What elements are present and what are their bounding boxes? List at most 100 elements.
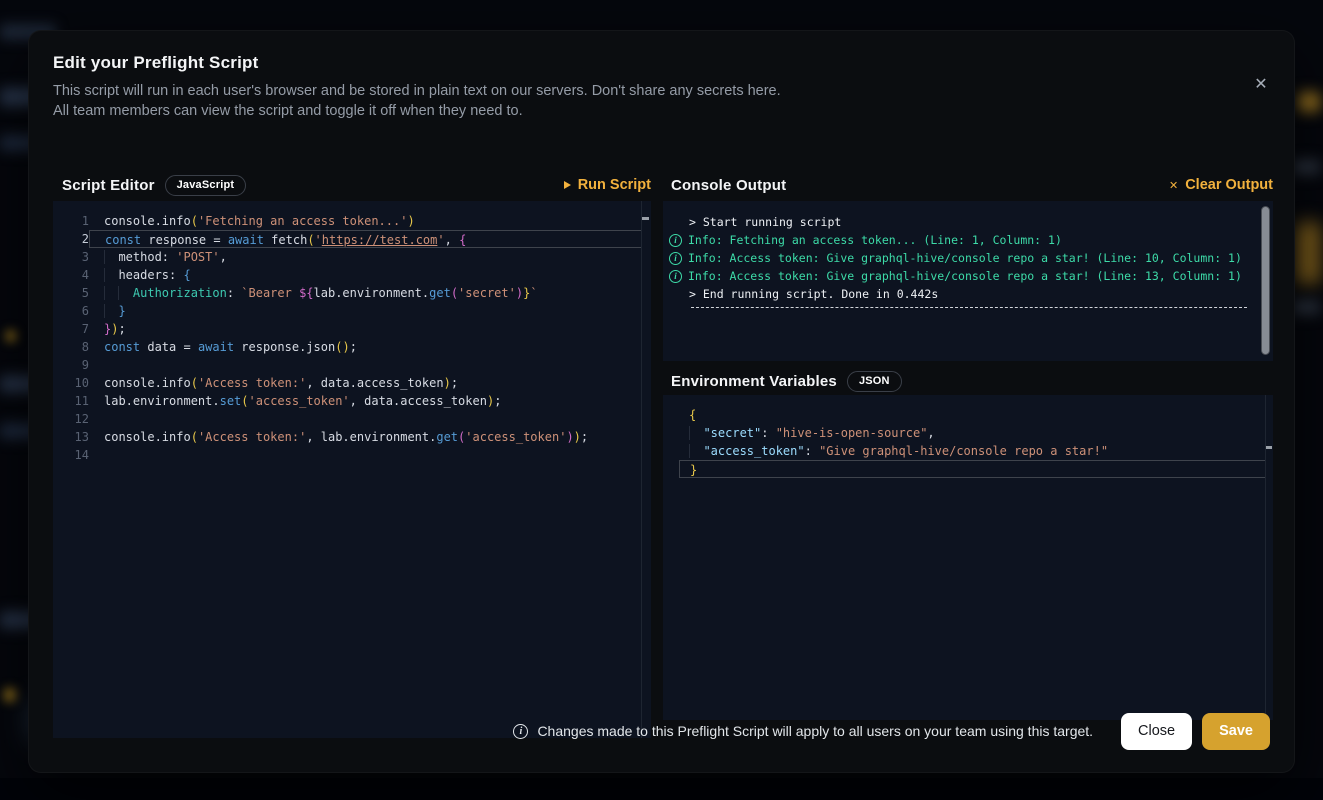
code-token: ;: [451, 376, 458, 390]
code-token: (: [307, 233, 314, 247]
editor-line: 5 Authorization: `Bearer ${lab.environme…: [53, 284, 651, 302]
line-number: 9: [53, 356, 89, 374]
script-editor[interactable]: 1console.info('Fetching an access token.…: [53, 201, 651, 738]
info-icon: i: [513, 724, 528, 739]
line-number: 12: [53, 410, 89, 428]
preflight-script-dialog: ✕ Edit your Preflight Script This script…: [28, 30, 1295, 773]
scroll-decoration: [1265, 446, 1272, 449]
code-token: 'POST': [176, 250, 219, 264]
console-info-line: i Info: Access token: Give graphql-hive/c…: [663, 249, 1273, 267]
code-token: {: [183, 268, 190, 282]
code-token: method:: [118, 250, 176, 264]
editor-line: 1console.info('Fetching an access token.…: [53, 212, 651, 230]
info-icon: i: [669, 270, 682, 283]
code-token: , lab.environment.: [306, 430, 436, 444]
dialog-description-line2: All team members can view the script and…: [53, 102, 1270, 122]
backdrop-shape: [6, 330, 16, 342]
code-token: await: [198, 340, 234, 354]
script-editor-heading: Script Editor: [62, 177, 155, 194]
backdrop-shape: [1298, 92, 1320, 112]
code-token: `: [530, 286, 537, 300]
scroll-decoration: [642, 217, 649, 220]
console-info-line: iInfo: Fetching an access token... (Line…: [663, 231, 1273, 249]
save-button[interactable]: Save: [1202, 713, 1270, 750]
code-token: :: [805, 444, 819, 458]
info-icon: i: [669, 252, 682, 265]
editor-line: 4 headers: {: [53, 266, 651, 284]
code-token: ): [407, 214, 414, 228]
code-token: get: [429, 286, 451, 300]
code-token: fetch: [264, 233, 307, 247]
info-icon: i: [669, 234, 682, 247]
console-info-text: Info: Access token: Give graphql-hive/co…: [688, 249, 1244, 267]
run-script-button[interactable]: Run Script: [564, 177, 651, 193]
editor-line: 12: [53, 410, 651, 428]
editor-line: 9: [53, 356, 651, 374]
code-token: get: [436, 430, 458, 444]
code-token: ): [566, 430, 573, 444]
code-token: [104, 250, 118, 264]
env-line: "secret": "hive-is-open-source",: [679, 424, 1266, 442]
code-token: "access_token": [703, 444, 804, 458]
code-token: ): [444, 376, 451, 390]
console-info-text: Info: Access token: Give graphql-hive/co…: [688, 267, 1244, 285]
clear-output-button[interactable]: ✕ Clear Output: [1169, 177, 1273, 193]
code-token: (: [241, 394, 248, 408]
env-line: "access_token": "Give graphql-hive/conso…: [679, 442, 1266, 460]
dialog-description-line1: This script will run in each user's brow…: [53, 82, 1270, 102]
backdrop-shape: [1296, 222, 1320, 284]
code-token: [118, 286, 132, 300]
env-line: }: [679, 460, 1266, 478]
page-title: Edit your Preflight Script: [53, 53, 1270, 73]
code-token: ;: [494, 394, 501, 408]
code-token: [689, 444, 703, 458]
code-token: response: [141, 233, 213, 247]
backdrop-shape: [0, 778, 1323, 800]
code-token: =: [213, 233, 227, 247]
line-number: 3: [53, 248, 89, 266]
line-number: 11: [53, 392, 89, 410]
editor-line: 3 method: 'POST',: [53, 248, 651, 266]
line-number: 13: [53, 428, 89, 446]
code-token: lab.environment.: [314, 286, 430, 300]
close-icon[interactable]: ✕: [1248, 71, 1274, 97]
code-token: [689, 426, 703, 440]
code-token: https://test.com: [322, 233, 438, 247]
code-token: ,: [220, 250, 227, 264]
code-token: ${: [299, 286, 313, 300]
editor-line: 11lab.environment.set('access_token', da…: [53, 392, 651, 410]
code-token: (: [191, 376, 198, 390]
code-token: ,: [927, 426, 934, 440]
code-token: 'Access token:': [198, 376, 306, 390]
dialog-footer: i Changes made to this Preflight Script …: [53, 712, 1270, 750]
editor-line: 8const data = await response.json();: [53, 338, 651, 356]
code-token: console.info: [104, 376, 191, 390]
code-token: console.info: [104, 430, 191, 444]
close-button[interactable]: Close: [1121, 713, 1192, 750]
code-token: const: [105, 233, 141, 247]
code-token: "hive-is-open-source": [776, 426, 928, 440]
line-number: 14: [53, 446, 89, 464]
code-token: data: [140, 340, 183, 354]
code-token: (: [191, 430, 198, 444]
code-token: ;: [350, 340, 357, 354]
editor-line: 7});: [53, 320, 651, 338]
line-number: 8: [53, 338, 89, 356]
environment-variables-editor[interactable]: { "secret": "hive-is-open-source", "acce…: [663, 395, 1273, 720]
code-token: headers:: [118, 268, 183, 282]
line-number: 7: [53, 320, 89, 338]
line-number: 6: [53, 302, 89, 320]
code-token: "secret": [703, 426, 761, 440]
dialog-header: Edit your Preflight Script This script w…: [29, 31, 1294, 121]
environment-variables-heading: Environment Variables: [671, 373, 837, 390]
console-output-panel: > Start running scriptiInfo: Fetching an…: [663, 201, 1273, 361]
line-number: 4: [53, 266, 89, 284]
code-token: ): [574, 430, 581, 444]
code-token: ,: [445, 233, 459, 247]
code-token: const: [104, 340, 140, 354]
editor-line: 13console.info('Access token:', lab.envi…: [53, 428, 651, 446]
code-token: ': [437, 233, 444, 247]
console-scrollbar[interactable]: [1261, 206, 1270, 355]
code-token: 'access_token': [465, 430, 566, 444]
code-token: (: [451, 286, 458, 300]
